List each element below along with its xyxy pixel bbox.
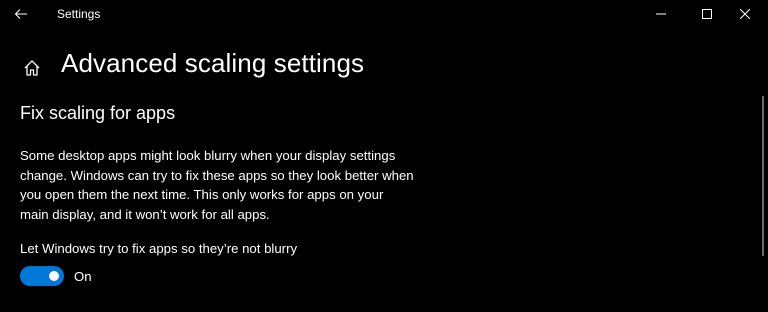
arrow-left-icon (14, 9, 27, 19)
back-button[interactable] (8, 2, 34, 26)
close-icon (740, 9, 750, 19)
title-bar: Settings (0, 0, 768, 30)
fix-apps-toggle[interactable] (20, 266, 64, 286)
description-line: change. Windows can try to fix these app… (20, 167, 414, 183)
section-description: Some desktop apps might look blurry when… (20, 146, 440, 225)
close-button[interactable] (722, 0, 768, 28)
minimize-button[interactable] (638, 0, 684, 28)
maximize-icon (702, 9, 712, 19)
toggle-label: Let Windows try to fix apps so they’re n… (20, 241, 298, 256)
toggle-state-text: On (74, 269, 92, 284)
toggle-knob (49, 271, 59, 281)
window-title: Settings (57, 7, 101, 21)
description-line: you open them the next time. This only w… (20, 187, 384, 203)
section-heading: Fix scaling for apps (20, 103, 176, 123)
page-title: Advanced scaling settings (61, 48, 365, 78)
description-line: Some desktop apps might look blurry when… (20, 148, 396, 163)
home-icon (24, 60, 40, 76)
description-line: main display, and it won’t work for all … (20, 207, 270, 223)
scrollbar[interactable] (762, 96, 764, 256)
minimize-icon (656, 13, 666, 15)
home-button[interactable] (17, 54, 47, 82)
